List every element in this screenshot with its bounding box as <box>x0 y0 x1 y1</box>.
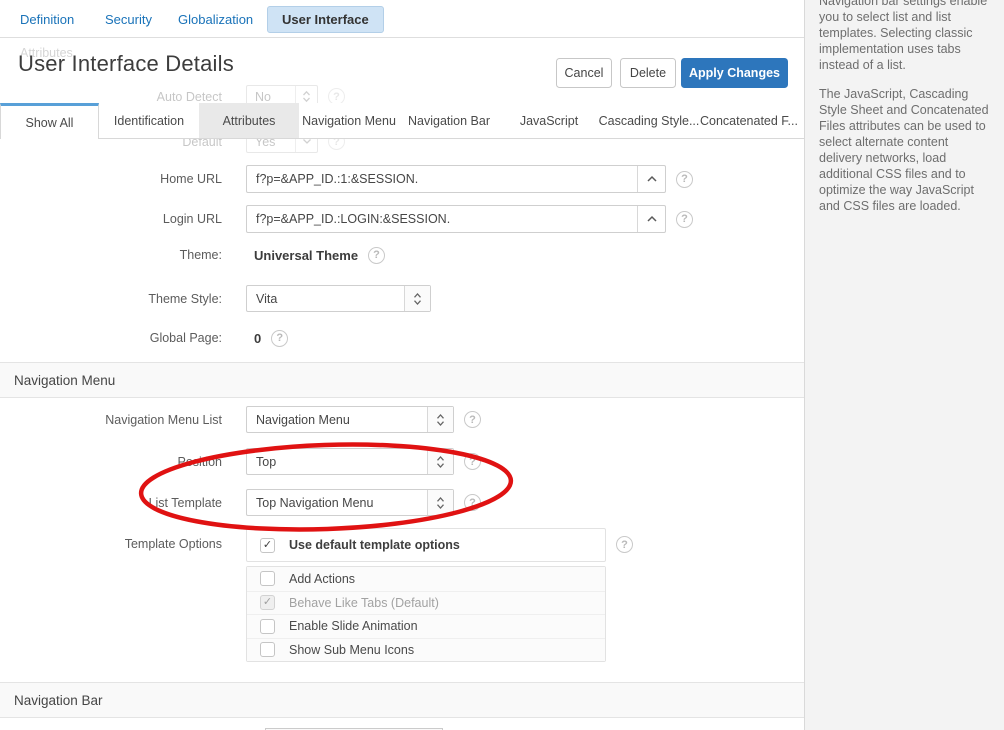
subtab-navigation-menu[interactable]: Navigation Menu <box>299 103 399 138</box>
help-icon[interactable]: ? <box>464 453 481 470</box>
help-icon[interactable]: ? <box>368 247 385 264</box>
help-paragraph: Navigation bar settings enable you to se… <box>819 0 990 73</box>
spinner-icon[interactable] <box>404 286 430 311</box>
navigation-bar-section-header: Navigation Bar <box>0 682 804 718</box>
login-url-input[interactable]: f?p=&APP_ID.:LOGIN:&SESSION. <box>246 205 666 233</box>
login-url-label: Login URL <box>0 212 234 226</box>
checkbox-add-actions[interactable] <box>260 571 275 586</box>
subtab-javascript[interactable]: JavaScript <box>499 103 599 138</box>
template-options-row: Template Options ✓ Use default template … <box>0 528 633 562</box>
subtab-show-all[interactable]: Show All <box>0 103 99 139</box>
template-options-group: Add Actions ✓ Behave Like Tabs (Default)… <box>246 566 606 662</box>
subtab-identification[interactable]: Identification <box>99 103 199 138</box>
template-options-group-row: Add Actions ✓ Behave Like Tabs (Default)… <box>0 566 606 662</box>
help-icon[interactable]: ? <box>464 411 481 428</box>
home-url-input[interactable]: f?p=&APP_ID.:1:&SESSION. <box>246 165 666 193</box>
help-icon[interactable]: ? <box>676 211 693 228</box>
show-sub-menu-icons-label[interactable]: Show Sub Menu Icons <box>289 643 414 657</box>
chevron-up-icon[interactable] <box>637 166 665 192</box>
help-icon[interactable]: ? <box>271 330 288 347</box>
login-url-row: Login URL f?p=&APP_ID.:LOGIN:&SESSION. ? <box>0 205 693 233</box>
spinner-icon[interactable] <box>427 407 453 432</box>
use-default-template-options-label[interactable]: Use default template options <box>289 538 460 552</box>
form-content: Default Yes ? Home URL f?p=&APP_ID.:1:&S… <box>0 139 804 730</box>
navigation-menu-section-header: Navigation Menu <box>0 362 804 398</box>
chevron-up-icon[interactable] <box>637 206 665 232</box>
navigation-menu-list-label: Navigation Menu List <box>0 413 234 427</box>
theme-style-row: Theme Style: Vita <box>0 285 431 312</box>
spinner-icon[interactable] <box>427 449 453 474</box>
home-url-label: Home URL <box>0 172 234 186</box>
enable-slide-animation-label[interactable]: Enable Slide Animation <box>289 619 418 633</box>
theme-style-select[interactable]: Vita <box>246 285 431 312</box>
checkbox-behave-like-tabs-disabled: ✓ <box>260 595 275 610</box>
cancel-button[interactable]: Cancel <box>556 58 612 88</box>
position-label: Position <box>0 455 234 469</box>
theme-label: Theme: <box>0 248 234 262</box>
add-actions-label[interactable]: Add Actions <box>289 572 355 586</box>
option-behave-like-tabs[interactable]: ✓ Behave Like Tabs (Default) <box>247 591 605 615</box>
help-paragraph: The JavaScript, Cascading Style Sheet an… <box>819 86 990 214</box>
position-select[interactable]: Top <box>246 448 454 475</box>
subtab-navigation-bar[interactable]: Navigation Bar <box>399 103 499 138</box>
global-page-row: Global Page: 0 ? <box>0 329 288 347</box>
checkbox-show-sub-menu-icons[interactable] <box>260 642 275 657</box>
tab-security[interactable]: Security <box>105 0 152 38</box>
help-sidebar: Navigation bar settings enable you to se… <box>804 0 1004 730</box>
spinner-icon[interactable] <box>427 490 453 515</box>
option-show-sub-menu-icons[interactable]: Show Sub Menu Icons <box>247 638 605 662</box>
help-icon[interactable]: ? <box>616 536 633 553</box>
global-page-label: Global Page: <box>0 331 234 345</box>
navigation-bar-section-title: Navigation Bar <box>14 693 103 708</box>
template-options-label: Template Options <box>0 528 234 551</box>
subtab-concatenated[interactable]: Concatenated F... <box>699 103 799 138</box>
option-add-actions[interactable]: Add Actions <box>247 567 605 591</box>
subtab-bar: Show All Identification Attributes Navig… <box>0 103 804 139</box>
tab-globalization[interactable]: Globalization <box>178 0 253 38</box>
help-icon[interactable]: ? <box>676 171 693 188</box>
checkbox-use-default-checked[interactable]: ✓ <box>260 538 275 553</box>
theme-row: Theme: Universal Theme ? <box>0 246 385 264</box>
navigation-menu-section-title: Navigation Menu <box>14 373 115 388</box>
page-header: Attributes User Interface Details Auto D… <box>0 38 804 103</box>
ghost-auto-detect-label: Auto Detect <box>0 90 234 104</box>
theme-style-label: Theme Style: <box>0 292 234 306</box>
page: Definition Security Globalization User I… <box>0 0 1004 730</box>
option-enable-slide-animation[interactable]: Enable Slide Animation <box>247 614 605 638</box>
help-icon[interactable]: ? <box>464 494 481 511</box>
behave-like-tabs-label: Behave Like Tabs (Default) <box>289 596 439 610</box>
list-template-row: List Template Top Navigation Menu ? <box>0 489 481 516</box>
default-template-options-box: ✓ Use default template options <box>246 528 606 562</box>
tab-definition[interactable]: Definition <box>20 0 74 38</box>
global-page-value: 0 <box>254 331 261 346</box>
list-template-select[interactable]: Top Navigation Menu <box>246 489 454 516</box>
theme-value: Universal Theme <box>254 248 358 263</box>
list-template-label: List Template <box>0 496 234 510</box>
tab-user-interface[interactable]: User Interface <box>267 6 384 33</box>
checkbox-enable-slide-animation[interactable] <box>260 619 275 634</box>
home-url-row: Home URL f?p=&APP_ID.:1:&SESSION. ? <box>0 165 693 193</box>
delete-button[interactable]: Delete <box>620 58 676 88</box>
position-row: Position Top ? <box>0 448 481 475</box>
navigation-menu-list-select[interactable]: Navigation Menu <box>246 406 454 433</box>
navigation-menu-list-row: Navigation Menu List Navigation Menu ? <box>0 406 481 433</box>
page-title: User Interface Details <box>18 51 234 77</box>
apply-changes-button[interactable]: Apply Changes <box>681 58 788 88</box>
subtab-cascading-style[interactable]: Cascading Style... <box>599 103 699 138</box>
main-column: Definition Security Globalization User I… <box>0 0 804 730</box>
app-tab-bar: Definition Security Globalization User I… <box>0 0 804 38</box>
subtab-attributes[interactable]: Attributes <box>199 103 299 138</box>
